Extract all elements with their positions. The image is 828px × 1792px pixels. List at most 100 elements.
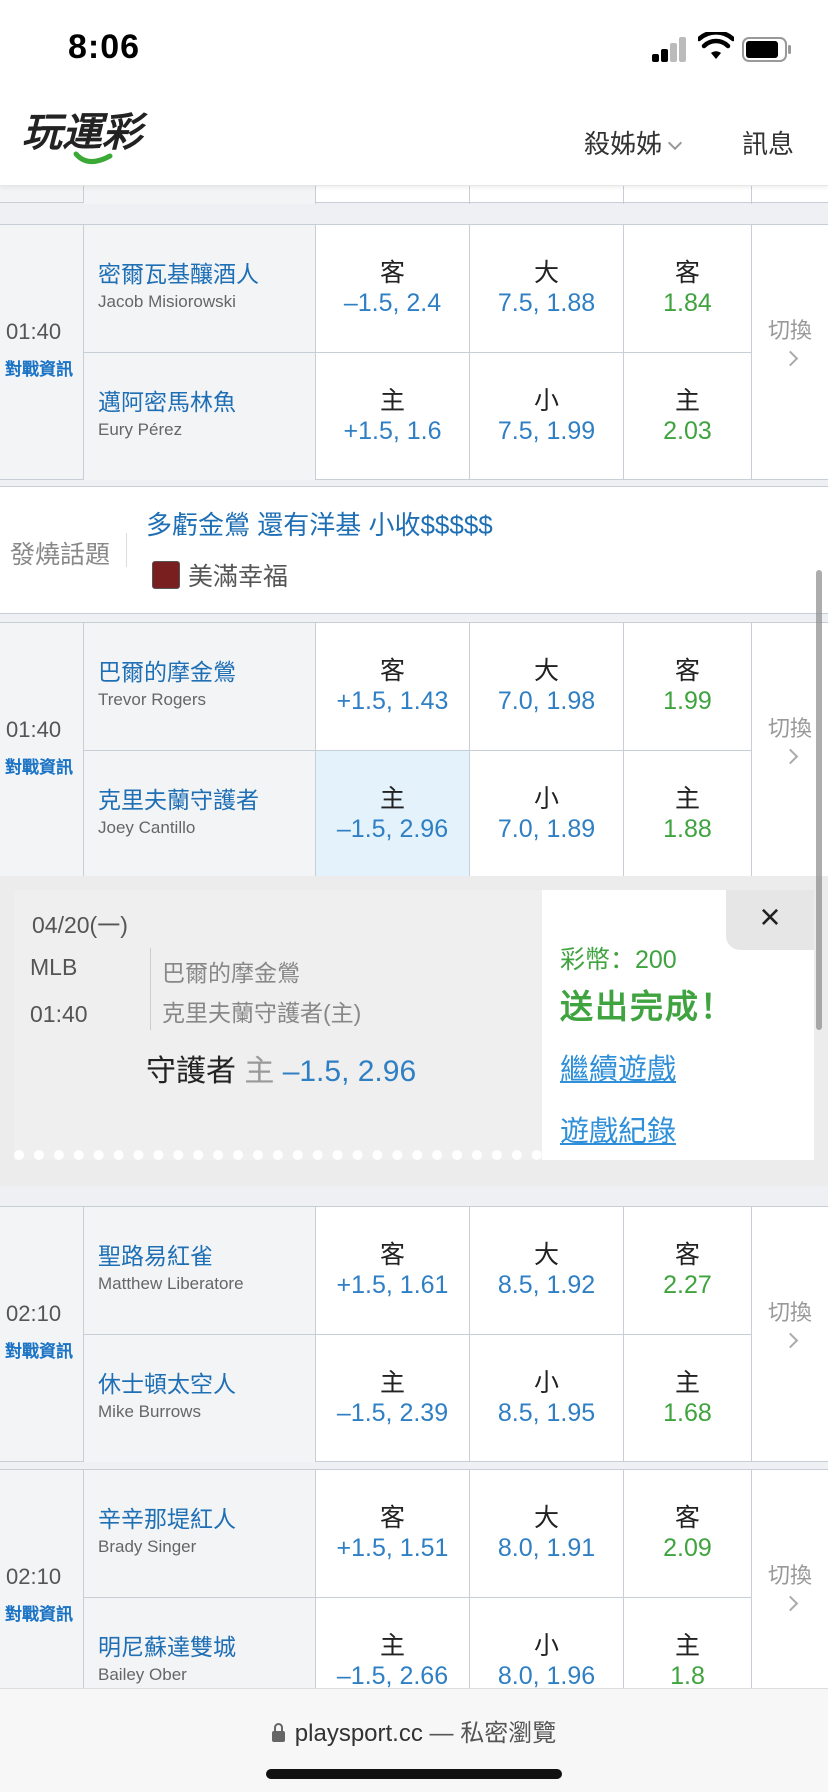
- battery-icon: [742, 37, 791, 62]
- wifi-icon: [698, 32, 734, 59]
- moneyline-odds-away[interactable]: 客 2.27: [624, 1207, 752, 1334]
- team-home[interactable]: 邁阿密馬林魚 Eury Pérez: [84, 353, 316, 480]
- matchup-info-link[interactable]: 對戰資訊: [5, 1337, 73, 1362]
- matchup-info-link[interactable]: 對戰資訊: [5, 1600, 73, 1625]
- url-text: playsport.cc: [294, 1720, 423, 1747]
- matchup-info-link[interactable]: 對戰資訊: [5, 355, 73, 380]
- user-menu[interactable]: 殺姊姊: [584, 124, 683, 161]
- continue-game-link[interactable]: 繼續遊戲: [560, 1046, 676, 1088]
- coin-amount: 彩幣：200: [560, 946, 677, 974]
- team-home[interactable]: 休士頓太空人 Mike Burrows: [84, 1335, 316, 1462]
- spread-odds-away[interactable]: 客 +1.5, 1.43: [316, 623, 470, 750]
- spread-odds-away[interactable]: 客 +1.5, 1.61: [316, 1207, 470, 1334]
- spread-odds-away[interactable]: 客 +1.5, 1.51: [316, 1470, 470, 1597]
- status-bar: 8:06: [0, 0, 828, 100]
- team-away[interactable]: 聖路易紅雀 Matthew Liberatore: [84, 1207, 316, 1334]
- status-time: 8:06: [68, 28, 141, 66]
- bet-ticket: 04/20(一) MLB 01:40 巴爾的摩金鶯 克里夫蘭守護者(主) 守護者…: [14, 890, 542, 1160]
- game-time-cell: 02:10 對戰資訊: [0, 1470, 84, 1688]
- team-name: 邁阿密馬林魚: [98, 389, 236, 415]
- moneyline-odds-home[interactable]: 主 2.03: [624, 353, 752, 480]
- team-home[interactable]: 明尼蘇達雙城 Bailey Ober: [84, 1598, 316, 1688]
- close-button[interactable]: ×: [726, 890, 814, 950]
- pitcher-name: Joey Cantillo: [98, 818, 196, 837]
- team-name: 休士頓太空人: [98, 1371, 236, 1397]
- switch-button[interactable]: 切換: [752, 225, 828, 479]
- lock-icon: [271, 1723, 285, 1742]
- spread-odds-home-selected[interactable]: 主 –1.5, 2.96: [316, 751, 470, 878]
- team-name: 密爾瓦基釀酒人: [98, 261, 259, 287]
- spread-odds-home[interactable]: 主 –1.5, 2.66: [316, 1598, 470, 1688]
- team-away[interactable]: 密爾瓦基釀酒人 Jacob Misiorowski: [84, 225, 316, 352]
- spread-odds-away[interactable]: 客 –1.5, 2.4: [316, 225, 470, 352]
- user-name: 殺姊姊: [584, 129, 663, 159]
- team-away[interactable]: 辛辛那堤紅人 Brady Singer: [84, 1470, 316, 1597]
- cellular-signal-icon: [652, 36, 688, 62]
- game-time-cell: 01:40 對戰資訊: [0, 623, 84, 877]
- team-name: 克里夫蘭守護者: [98, 787, 259, 813]
- hot-topic[interactable]: 發燒話題 多虧金鶯 還有洋基 小收$$$$$ 美滿幸福: [0, 486, 828, 614]
- moneyline-odds-away[interactable]: 客 1.84: [624, 225, 752, 352]
- total-odds-under[interactable]: 小 7.5, 1.99: [470, 353, 624, 480]
- private-mode-label: — 私密瀏覽: [422, 1720, 557, 1747]
- chevron-right-icon: [782, 350, 799, 367]
- switch-button[interactable]: 切換: [752, 1470, 828, 1688]
- bet-league: MLB: [30, 954, 78, 980]
- total-odds-under[interactable]: 小 7.0, 1.89: [470, 751, 624, 878]
- team-away[interactable]: 巴爾的摩金鶯 Trevor Rogers: [84, 623, 316, 750]
- game-block: 02:10 對戰資訊 聖路易紅雀 Matthew Liberatore 客 +1…: [0, 1206, 828, 1462]
- total-odds-over[interactable]: 大 7.5, 1.88: [470, 225, 624, 352]
- team-home[interactable]: 克里夫蘭守護者 Joey Cantillo: [84, 751, 316, 878]
- avatar: [152, 561, 180, 589]
- game-time: 02:10: [6, 1301, 62, 1326]
- bet-time: 01:40: [30, 1001, 88, 1027]
- hot-topic-title[interactable]: 多虧金鶯 還有洋基 小收$$$$$: [146, 505, 493, 542]
- chevron-right-icon: [782, 1595, 799, 1612]
- total-odds-over[interactable]: 大 7.0, 1.98: [470, 623, 624, 750]
- site-header: 玩運彩 殺姊姊 訊息: [0, 100, 828, 186]
- game-block: 01:40 對戰資訊 密爾瓦基釀酒人 Jacob Misiorowski 客 –…: [0, 224, 828, 480]
- moneyline-odds-away[interactable]: 客 2.09: [624, 1470, 752, 1597]
- matchup-info-link[interactable]: 對戰資訊: [5, 753, 73, 778]
- divider: [150, 948, 151, 1030]
- pitcher-name: Mike Burrows: [98, 1402, 201, 1421]
- messages-link[interactable]: 訊息: [742, 124, 794, 161]
- chevron-right-icon: [782, 1332, 799, 1349]
- spread-odds-home[interactable]: 主 +1.5, 1.6: [316, 353, 470, 480]
- total-odds-over[interactable]: 大 8.5, 1.92: [470, 1207, 624, 1334]
- game-time: 01:40: [6, 319, 62, 344]
- browser-address-bar[interactable]: playsport.cc — 私密瀏覽: [0, 1688, 828, 1792]
- game-list: 01:40 對戰資訊 密爾瓦基釀酒人 Jacob Misiorowski 客 –…: [0, 186, 828, 1688]
- game-time: 02:10: [6, 1564, 62, 1589]
- team-name: 辛辛那堤紅人: [98, 1506, 236, 1532]
- hot-topic-label: 發燒話題: [10, 541, 111, 569]
- site-logo[interactable]: 玩運彩: [22, 108, 182, 182]
- total-odds-under[interactable]: 小 8.5, 1.95: [470, 1335, 624, 1462]
- home-indicator[interactable]: [266, 1769, 562, 1779]
- url-display[interactable]: playsport.cc — 私密瀏覽: [0, 1713, 828, 1748]
- bet-team: 守護者: [146, 1055, 236, 1088]
- scrollbar[interactable]: [816, 570, 822, 1030]
- moneyline-odds-home[interactable]: 主 1.88: [624, 751, 752, 878]
- spread-odds-home[interactable]: 主 –1.5, 2.39: [316, 1335, 470, 1462]
- pitcher-name: Bailey Ober: [98, 1665, 187, 1684]
- moneyline-odds-home[interactable]: 主 1.8: [624, 1598, 752, 1688]
- submit-status: 送出完成！: [560, 988, 735, 1025]
- game-block: 01:40 對戰資訊 巴爾的摩金鶯 Trevor Rogers 客 +1.5, …: [0, 622, 828, 878]
- moneyline-odds-away[interactable]: 客 1.99: [624, 623, 752, 750]
- team-name: 巴爾的摩金鶯: [98, 659, 236, 685]
- bet-side: 主: [244, 1055, 275, 1088]
- divider: [126, 533, 127, 567]
- topic-author[interactable]: 美滿幸福: [188, 557, 288, 593]
- total-odds-under[interactable]: 小 8.0, 1.96: [470, 1598, 624, 1688]
- bet-team-home: 克里夫蘭守護者(主): [162, 1000, 362, 1026]
- moneyline-odds-home[interactable]: 主 1.68: [624, 1335, 752, 1462]
- pitcher-name: Matthew Liberatore: [98, 1274, 244, 1293]
- bet-team-away: 巴爾的摩金鶯: [162, 960, 300, 986]
- total-odds-over[interactable]: 大 8.0, 1.91: [470, 1470, 624, 1597]
- game-time-cell: 02:10 對戰資訊: [0, 1207, 84, 1461]
- pitcher-name: Eury Pérez: [98, 420, 183, 439]
- game-record-link[interactable]: 遊戲紀錄: [560, 1108, 676, 1150]
- bet-confirmation-panel: 04/20(一) MLB 01:40 巴爾的摩金鶯 克里夫蘭守護者(主) 守護者…: [0, 876, 828, 1186]
- switch-button[interactable]: 切換: [752, 1207, 828, 1461]
